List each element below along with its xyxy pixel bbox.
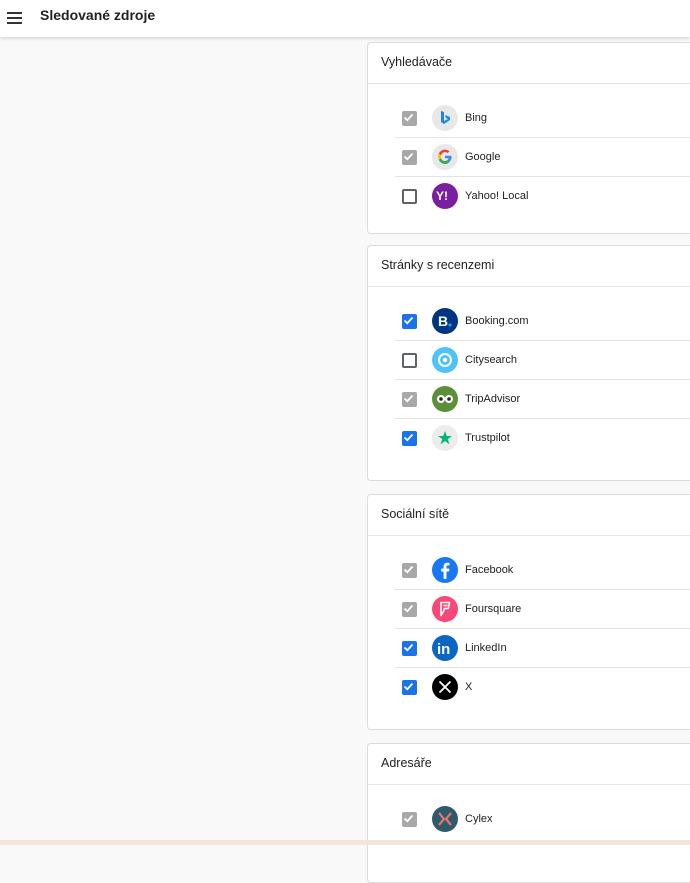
trustpilot-icon — [432, 425, 458, 451]
hamburger-menu-icon[interactable] — [7, 9, 23, 25]
svg-text:Y!: Y! — [436, 189, 448, 203]
google-icon — [432, 144, 458, 170]
source-row-facebook[interactable]: Facebook — [395, 551, 690, 590]
source-row-x[interactable]: X — [395, 668, 690, 707]
source-name: X — [465, 681, 473, 693]
source-name: Facebook — [465, 564, 514, 576]
source-name: Cylex — [465, 813, 493, 825]
top-app-bar: Sledované zdroje — [0, 0, 690, 37]
bottom-edge-strip — [0, 840, 690, 845]
source-name: TripAdvisor — [465, 393, 521, 405]
checkbox-facebook[interactable] — [402, 563, 417, 578]
facebook-icon — [432, 557, 458, 583]
checkbox-linkedin[interactable] — [402, 641, 417, 656]
source-row-linkedin[interactable]: in LinkedIn — [395, 629, 690, 668]
section-social-networks: Sociální sítě Facebook Foursquare in Lin… — [367, 494, 690, 730]
checkbox-booking[interactable] — [402, 314, 417, 329]
checkbox-yahoo[interactable] — [402, 189, 417, 204]
source-row-trustpilot[interactable]: Trustpilot — [395, 419, 690, 458]
section-title: Vyhledávače — [368, 43, 690, 84]
section-title: Adresáře — [368, 744, 690, 785]
svg-text:B: B — [438, 313, 448, 329]
source-row-foursquare[interactable]: Foursquare — [395, 590, 690, 629]
checkbox-trustpilot[interactable] — [402, 431, 417, 446]
source-row-tripadvisor[interactable]: TripAdvisor — [395, 380, 690, 419]
section-title: Sociální sítě — [368, 495, 690, 536]
foursquare-icon — [432, 596, 458, 622]
section-title: Stránky s recenzemi — [368, 246, 690, 287]
source-name: Citysearch — [465, 354, 517, 366]
checkbox-tripadvisor[interactable] — [402, 392, 417, 407]
bing-icon — [432, 105, 458, 131]
section-review-sites: Stránky s recenzemi B Booking.com Cityse… — [367, 245, 690, 481]
cylex-icon — [432, 806, 458, 832]
checkbox-citysearch[interactable] — [402, 353, 417, 368]
source-name: Trustpilot — [465, 432, 510, 444]
citysearch-icon — [432, 347, 458, 373]
booking-icon: B — [432, 308, 458, 334]
x-icon — [432, 674, 458, 700]
yahoo-icon: Y! — [432, 183, 458, 209]
checkbox-cylex[interactable] — [402, 812, 417, 827]
source-name: LinkedIn — [465, 642, 507, 654]
source-row-cylex[interactable]: Cylex — [395, 800, 690, 839]
checkbox-foursquare[interactable] — [402, 602, 417, 617]
tripadvisor-icon — [432, 386, 458, 412]
source-row-bing[interactable]: Bing — [395, 99, 690, 138]
checkbox-x[interactable] — [402, 680, 417, 695]
svg-text:in: in — [437, 641, 450, 656]
checkbox-bing[interactable] — [402, 111, 417, 126]
source-row-yahoo[interactable]: Y! Yahoo! Local — [395, 177, 690, 216]
source-row-google[interactable]: Google — [395, 138, 690, 177]
checkbox-google[interactable] — [402, 150, 417, 165]
section-search-engines: Vyhledávače Bing Google Y! Yahoo! Local — [367, 42, 690, 234]
source-name: Google — [465, 151, 501, 163]
source-name: Foursquare — [465, 603, 522, 615]
page-title: Sledované zdroje — [40, 7, 156, 23]
source-name: Yahoo! Local — [465, 190, 529, 202]
source-row-citysearch[interactable]: Citysearch — [395, 341, 690, 380]
linkedin-icon: in — [432, 635, 458, 661]
source-name: Booking.com — [465, 315, 529, 327]
source-name: Bing — [465, 112, 488, 124]
source-row-booking[interactable]: B Booking.com — [395, 302, 690, 341]
section-directories: Adresáře Cylex — [367, 743, 690, 883]
